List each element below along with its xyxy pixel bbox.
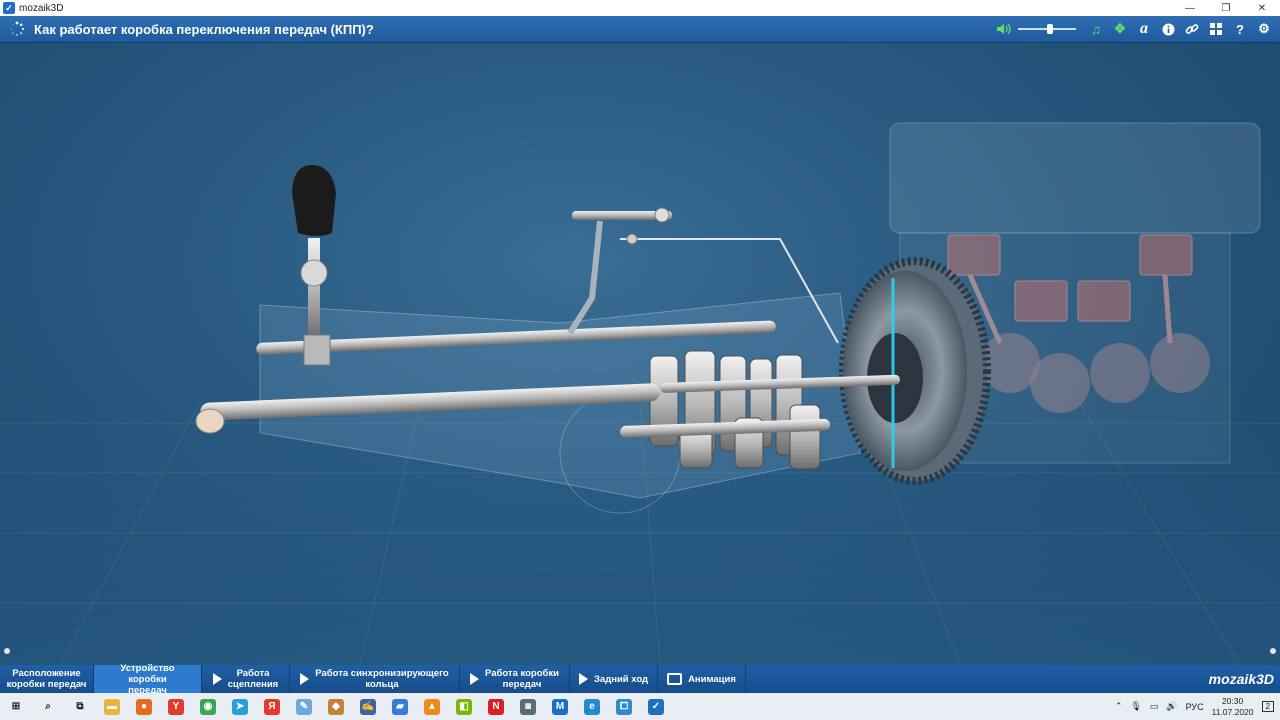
move-icon[interactable]: ✥	[1110, 19, 1130, 39]
firefox-icon-glyph: ●	[136, 698, 152, 715]
camera-icon[interactable]: ◙	[512, 693, 544, 720]
nvidia-icon-glyph: ◧	[456, 698, 472, 715]
app3-icon[interactable]: ⧠	[608, 693, 640, 720]
firefox-icon[interactable]: ●	[128, 693, 160, 720]
edge-icon-glyph: e	[584, 698, 600, 715]
app-header: Как работает коробка переключения переда…	[0, 16, 1280, 43]
nav-item-animation[interactable]: Анимация	[658, 665, 746, 693]
chrome-icon[interactable]: ◉	[192, 693, 224, 720]
page-title: Как работает коробка переключения переда…	[34, 21, 374, 37]
text-icon[interactable]: a	[1134, 19, 1154, 39]
netflix-icon[interactable]: N	[480, 693, 512, 720]
camera-icon-glyph: ◙	[520, 698, 536, 715]
nav-item-synchronizer-ring[interactable]: Работа синхронизирующего кольца	[290, 665, 460, 693]
app-icon[interactable]: ◆	[320, 693, 352, 720]
grid-icon[interactable]	[1206, 19, 1226, 39]
explorer-icon-glyph: ▬	[104, 698, 120, 715]
play-icon	[578, 673, 588, 685]
window-titlebar: ✓ mozaik3D — ❐ ✕	[0, 0, 1280, 16]
system-tray: ⌃ 🎙 ▭ 🔊 РУС 20:30 11.07.2020 2	[1115, 696, 1280, 718]
edge-icon[interactable]: e	[576, 693, 608, 720]
yandex-icon-glyph: Я	[264, 698, 280, 715]
yandex-browser-icon[interactable]: Y	[160, 693, 192, 720]
nav-item-label: Расположение коробки передач	[6, 668, 87, 690]
nav-item-clutch-operation[interactable]: Работа сцепления	[202, 665, 290, 693]
chrome-icon-glyph: ◉	[200, 698, 216, 715]
window-title: mozaik3D	[19, 2, 64, 14]
clock[interactable]: 20:30 11.07.2020	[1212, 696, 1254, 718]
nav-item-label: Анимация	[688, 673, 736, 685]
mozaik-logo-icon: ✓	[3, 2, 15, 14]
language-indicator[interactable]: РУС	[1186, 702, 1204, 712]
app2-icon[interactable]: ▰	[384, 693, 416, 720]
nav-item-gearbox-operation[interactable]: Работа коробки передач	[460, 665, 570, 693]
close-button[interactable]: ✕	[1244, 0, 1280, 16]
mozaik-app-icon[interactable]: ✓	[640, 693, 672, 720]
volume-icon[interactable]	[994, 19, 1014, 39]
settings-icon[interactable]: ⚙	[1254, 19, 1274, 39]
volume-slider-knob[interactable]	[1046, 24, 1053, 34]
nav-item-gearbox-location[interactable]: Расположение коробки передач	[0, 665, 94, 693]
viewport-corner-dot-right	[1270, 648, 1276, 654]
start-icon-glyph: ⊞	[11, 701, 21, 712]
tray-show-hidden-icon[interactable]: ⌃	[1115, 701, 1123, 712]
explorer-icon[interactable]: ▬	[96, 693, 128, 720]
nav-item-label: Работа коробки передач	[484, 668, 559, 690]
app2-icon-glyph: ▰	[392, 698, 408, 715]
yandex-browser-icon-glyph: Y	[168, 698, 184, 715]
restore-button[interactable]: ❐	[1208, 0, 1244, 16]
app-icon-glyph: ◆	[328, 698, 344, 715]
play-icon	[300, 673, 310, 685]
notifications-icon[interactable]: 2	[1261, 701, 1274, 712]
mozaik3d-logo: mozaik3D	[1208, 671, 1274, 687]
mozaik-app-icon-glyph: ✓	[648, 698, 664, 715]
volume-slider[interactable]	[1018, 19, 1076, 39]
start-icon[interactable]: ⊞	[0, 693, 32, 720]
viewport-corner-dot-left	[4, 648, 10, 654]
windows-taskbar: ⊞ ⌕ ⧉ ▬ ● Y ◉ ➤ Я ✎ ◆ ✍ ▰ ▲ ◧ N ◙ Me ⧠ ✓ ⌃ 🎙 ▭ 🔊 РУС 20:30 …	[0, 693, 1280, 720]
nav-item-label: Работа синхронизирующего кольца	[315, 668, 449, 690]
vlc-icon-glyph: ▲	[424, 698, 440, 715]
music-icon[interactable]: ♫	[1086, 19, 1106, 39]
nav-item-label: Устройство коробки передач	[120, 662, 175, 696]
nav-item-label: Задний ход	[593, 673, 649, 685]
telegram-icon[interactable]: ➤	[224, 693, 256, 720]
network-icon[interactable]: ▭	[1150, 701, 1159, 712]
editor-icon-glyph: ✍	[360, 698, 376, 715]
mozaik-m-icon[interactable]: M	[544, 693, 576, 720]
mozaik-m-icon-glyph: M	[552, 698, 568, 715]
vlc-icon[interactable]: ▲	[416, 693, 448, 720]
yandex-icon[interactable]: Я	[256, 693, 288, 720]
clock-time: 20:30	[1221, 695, 1244, 706]
speaker-icon[interactable]: 🔊	[1166, 701, 1177, 712]
search-icon-glyph: ⌕	[45, 701, 51, 712]
loading-spinner-icon	[6, 18, 28, 40]
app3-icon-glyph: ⧠	[616, 698, 632, 715]
paint-icon[interactable]: ✎	[288, 693, 320, 720]
tv-icon	[667, 673, 683, 685]
search-icon[interactable]: ⌕	[32, 693, 64, 720]
nav-item-gearbox-structure[interactable]: Устройство коробки передач	[94, 662, 202, 696]
telegram-icon-glyph: ➤	[232, 698, 248, 715]
link-icon[interactable]	[1182, 19, 1202, 39]
task-view-icon-glyph: ⧉	[76, 701, 84, 712]
nav-item-reverse-gear[interactable]: Задний ход	[570, 665, 658, 693]
editor-icon[interactable]: ✍	[352, 693, 384, 720]
3d-viewport[interactable]	[0, 43, 1280, 665]
microphone-icon[interactable]: 🎙	[1130, 701, 1141, 712]
clock-date: 11.07.2020	[1211, 706, 1254, 717]
play-icon	[469, 673, 479, 685]
flywheel	[839, 257, 991, 485]
gearbox-3d-model[interactable]	[0, 43, 1280, 665]
nvidia-icon[interactable]: ◧	[448, 693, 480, 720]
chapter-navigation: Расположение коробки передач Устройство …	[0, 662, 1280, 696]
help-icon[interactable]: ?	[1230, 19, 1250, 39]
task-view-icon[interactable]: ⧉	[64, 693, 96, 720]
paint-icon-glyph: ✎	[296, 698, 312, 715]
minimize-button[interactable]: —	[1172, 0, 1208, 16]
info-icon[interactable]	[1158, 19, 1178, 39]
play-icon	[212, 673, 222, 685]
nav-item-label: Работа сцепления	[227, 668, 279, 690]
netflix-icon-glyph: N	[488, 698, 504, 715]
